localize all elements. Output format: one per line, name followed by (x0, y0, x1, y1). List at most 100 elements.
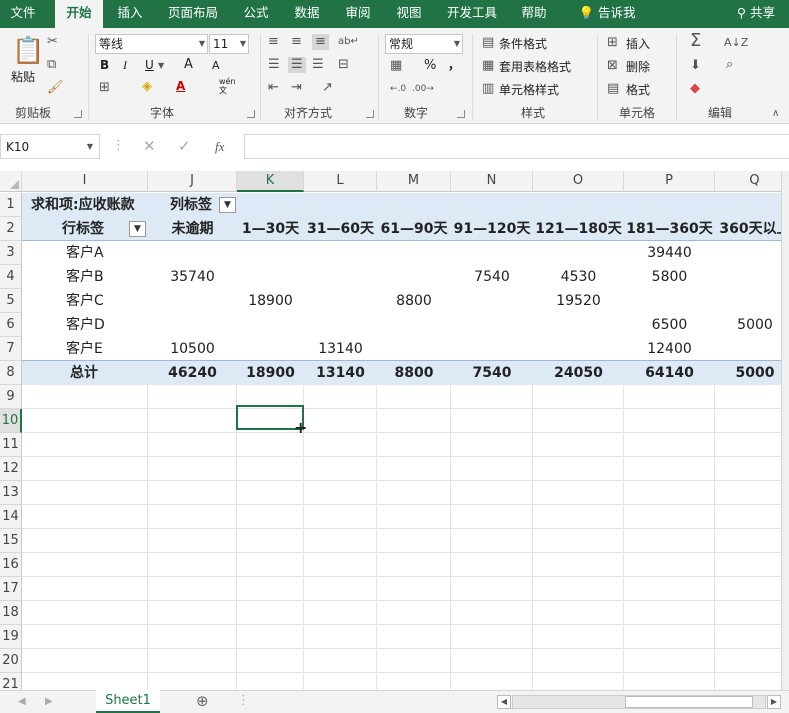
pivot-column-header[interactable]: 181—360天 (624, 217, 715, 241)
pivot-row-name[interactable]: 客户E (66, 337, 103, 361)
pivot-value-cell[interactable]: 35740 (148, 265, 237, 289)
font-color-button[interactable]: A (176, 79, 185, 93)
pivot-column-label[interactable]: 列标签 (170, 193, 212, 217)
paste-button[interactable]: 粘贴 (11, 68, 35, 85)
horizontal-scrollbar[interactable] (512, 695, 766, 709)
confirm-icon[interactable]: ✓ (178, 138, 191, 154)
row-header[interactable]: 15 (0, 529, 22, 553)
pivot-value-cell[interactable] (148, 313, 237, 337)
pivot-value-cell[interactable] (451, 337, 533, 361)
row-header[interactable]: 19 (0, 625, 22, 649)
share-button[interactable]: ⚲ 共享 (728, 0, 784, 28)
tab-help[interactable]: 帮助 (513, 0, 555, 28)
format-painter-icon[interactable]: 🖌 (47, 80, 64, 96)
insert-button[interactable]: 插入 (626, 35, 650, 52)
decrease-decimal-icon[interactable]: .00→ (412, 81, 434, 97)
align-left-icon[interactable]: ☰ (268, 57, 280, 73)
tab-developer[interactable]: 开发工具 (440, 0, 504, 28)
column-header[interactable]: K (237, 171, 304, 192)
next-sheet-icon[interactable]: ▶ (45, 694, 53, 710)
fill-icon[interactable]: ⬇ (690, 58, 701, 74)
number-format-combo[interactable]: 常规 ▼ (385, 34, 463, 54)
column-header[interactable]: J (148, 171, 237, 192)
pivot-value-cell[interactable] (237, 337, 304, 361)
tab-home[interactable]: 开始 (55, 0, 103, 28)
tab-page-layout[interactable]: 页面布局 (160, 0, 226, 28)
worksheet-grid[interactable]: IJKLMNOPQ 1 2 3 4 5 6 7 8 9 10 11 12 13 14 15 16 17 18 19 2… (0, 171, 781, 690)
pivot-value-cell[interactable]: 19520 (533, 289, 624, 313)
grow-font-button[interactable]: A (184, 57, 193, 72)
pivot-total-cell[interactable]: 5000 (715, 361, 781, 385)
comma-button[interactable]: ， (448, 56, 460, 73)
pivot-column-header[interactable]: 61—90天 (377, 217, 451, 241)
align-right-icon[interactable]: ☰ (312, 57, 324, 73)
pivot-value-cell[interactable]: 13140 (304, 337, 377, 361)
row-header[interactable]: 7 (0, 337, 22, 361)
border-icon[interactable]: ⊞ (99, 80, 110, 96)
increase-decimal-icon[interactable]: ←.0 (390, 81, 406, 97)
pivot-value-cell[interactable] (715, 241, 781, 265)
row-header[interactable]: 9 (0, 385, 22, 409)
add-sheet-icon[interactable]: ⊕ (196, 693, 209, 709)
row-header[interactable]: 3 (0, 241, 22, 265)
pivot-column-header[interactable]: 1—30天 (237, 217, 304, 241)
column-header[interactable]: P (624, 171, 715, 192)
pivot-value-cell[interactable]: 8800 (377, 289, 451, 313)
find-select-icon[interactable]: ⌕ (726, 57, 733, 73)
percent-button[interactable]: % (424, 58, 436, 73)
pivot-total-cell[interactable]: 46240 (148, 361, 237, 385)
column-header[interactable]: Q (715, 171, 781, 192)
pivot-value-cell[interactable] (715, 265, 781, 289)
pivot-value-cell[interactable] (451, 313, 533, 337)
pivot-value-cell[interactable] (624, 289, 715, 313)
pivot-value-cell[interactable]: 4530 (533, 265, 624, 289)
conditional-format-button[interactable]: 条件格式 (499, 35, 547, 52)
pivot-value-cell[interactable]: 5000 (715, 313, 781, 337)
pivot-row-name[interactable]: 客户B (66, 265, 104, 289)
wrap-text-icon[interactable]: ab↵ (338, 34, 359, 50)
font-launcher-icon[interactable] (247, 110, 255, 118)
row-header[interactable]: 6 (0, 313, 22, 337)
row-header[interactable]: 16 (0, 553, 22, 577)
pivot-total-cell[interactable]: 18900 (237, 361, 304, 385)
row-header[interactable]: 1 (0, 193, 22, 217)
sort-filter-icon[interactable]: A↓Z (724, 35, 748, 51)
pivot-value-cell[interactable] (533, 313, 624, 337)
scroll-right-icon[interactable]: ▶ (767, 695, 781, 709)
phonetic-button[interactable]: wén 文 (219, 77, 236, 95)
row-header[interactable]: 2 (0, 217, 22, 241)
column-header[interactable]: M (377, 171, 451, 192)
pivot-total-cell[interactable]: 13140 (304, 361, 377, 385)
pivot-total-cell[interactable]: 8800 (377, 361, 451, 385)
filter-dropdown-icon[interactable]: ▼ (129, 221, 146, 237)
format-button[interactable]: 格式 (626, 81, 650, 98)
row-header[interactable]: 20 (0, 649, 22, 673)
alignment-launcher-icon[interactable] (366, 110, 374, 118)
tab-insert[interactable]: 插入 (109, 0, 151, 28)
row-header[interactable]: 13 (0, 481, 22, 505)
pivot-value-cell[interactable] (451, 241, 533, 265)
number-launcher-icon[interactable] (457, 110, 465, 118)
merge-center-icon[interactable]: ⊟ (338, 57, 349, 73)
currency-icon[interactable]: ▦ (390, 58, 402, 74)
filter-dropdown-icon[interactable]: ▼ (219, 197, 236, 213)
pivot-column-header[interactable]: 91—120天 (451, 217, 533, 241)
row-header[interactable]: 10 (0, 409, 22, 433)
pivot-column-header[interactable]: 360天以上 (715, 217, 781, 241)
pivot-value-cell[interactable] (377, 313, 451, 337)
pivot-value-cell[interactable] (237, 313, 304, 337)
pivot-row-name[interactable]: 客户A (66, 241, 104, 265)
formula-input[interactable] (244, 134, 789, 159)
underline-button[interactable]: U (145, 58, 154, 72)
orientation-icon[interactable]: ↗ (322, 80, 333, 96)
row-header[interactable]: 18 (0, 601, 22, 625)
column-header[interactable]: N (451, 171, 533, 192)
copy-icon[interactable]: ⧉ (47, 57, 56, 73)
pivot-value-cell[interactable]: 6500 (624, 313, 715, 337)
pivot-row-name[interactable]: 客户C (66, 289, 104, 313)
row-header[interactable]: 4 (0, 265, 22, 289)
column-header[interactable]: I (22, 171, 148, 192)
scroll-left-icon[interactable]: ◀ (497, 695, 511, 709)
name-box[interactable]: K10 ▼ (0, 134, 100, 159)
pivot-column-header[interactable]: 121—180天 (533, 217, 624, 241)
